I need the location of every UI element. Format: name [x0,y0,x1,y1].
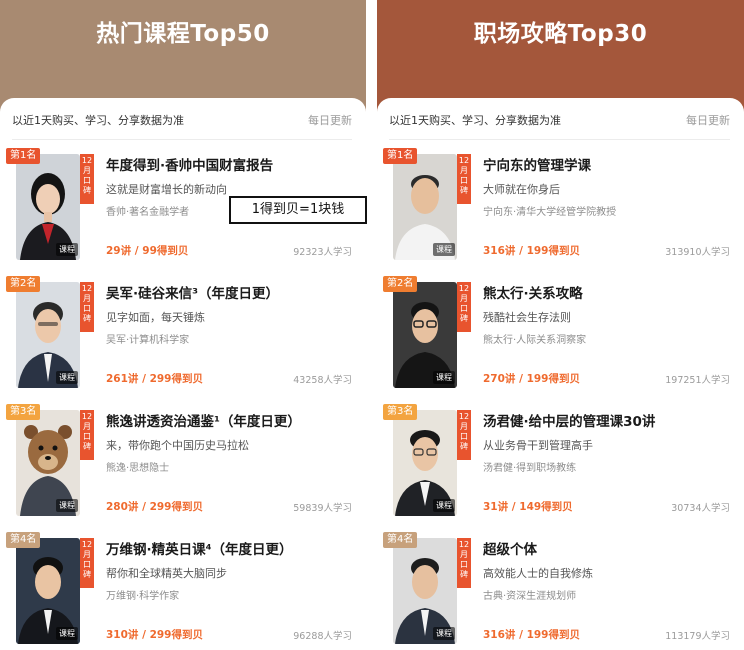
rank-badge: 第4名 [6,532,41,548]
rank-badge: 第2名 [383,276,418,292]
course-subtitle: 见字如面，每天锤炼 [106,311,205,324]
update-label: 每日更新 [686,114,730,127]
course-item[interactable]: 课程 第4名 12月口碑 超级个体 高效能人士的自我修炼 古典·资深生涯规划师 … [377,532,744,650]
course-price: 310讲 / 299得到贝 [106,629,203,641]
ranking-card: 以近1天购买、学习、分享数据为准 每日更新 课程 第1名 12月口碑 宁向东的管… [377,98,744,650]
course-item[interactable]: 课程 第2名 12月口碑 吴军·硅谷来信³（年度日更） 见字如面，每天锤炼 吴军… [0,276,366,402]
rank-badge: 第4名 [383,532,418,548]
month-reputation-tag: 12月口碑 [457,154,471,204]
course-title[interactable]: 熊逸讲透资治通鉴¹（年度日更） [106,410,352,430]
course-cover[interactable]: 课程 [393,538,457,644]
ranking-card: 以近1天购买、学习、分享数据为准 每日更新 课程 第1名 12月口碑 年度得到·… [0,98,366,650]
course-subtitle: 帮你和全球精英大脑同步 [106,567,227,580]
course-badge: 课程 [433,499,455,512]
rank-badge: 第1名 [383,148,418,164]
course-price: 261讲 / 299得到贝 [106,373,203,385]
course-item[interactable]: 课程 第4名 12月口碑 万维钢·精英日课⁴（年度日更） 帮你和全球精英大脑同步… [0,532,366,650]
learner-count: 96288人学习 [293,631,352,642]
course-badge: 课程 [56,499,78,512]
card-header: 以近1天购买、学习、分享数据为准 每日更新 [12,110,352,140]
course-title[interactable]: 万维钢·精英日课⁴（年度日更） [106,538,352,558]
course-cover[interactable]: 课程 [16,538,80,644]
course-item[interactable]: 课程 第1名 12月口碑 宁向东的管理学课 大师就在你身后 宁向东·清华大学经管… [377,148,744,274]
course-title[interactable]: 汤君健·给中层的管理课30讲 [483,410,730,430]
course-cover[interactable]: 课程 [393,282,457,388]
course-badge: 课程 [433,627,455,640]
workplace-guide-panel: 职场攻略Top30 以近1天购买、学习、分享数据为准 每日更新 课程 第1名 1… [377,0,744,650]
course-author: 熊太行·人际关系洞察家 [483,335,587,346]
rank-badge: 第1名 [6,148,41,164]
course-subtitle: 这就是财富增长的新动向 [106,183,227,196]
month-reputation-tag: 12月口碑 [80,154,94,204]
course-cover[interactable]: 课程 [393,410,457,516]
course-title[interactable]: 宁向东的管理学课 [483,154,730,174]
course-title[interactable]: 吴军·硅谷来信³（年度日更） [106,282,352,302]
course-subtitle: 从业务骨干到管理高手 [483,439,593,452]
learner-count: 30734人学习 [671,503,730,514]
ranking-note: 以近1天购买、学习、分享数据为准 [12,114,184,127]
rank-badge: 第2名 [6,276,41,292]
course-price: 316讲 / 199得到贝 [483,245,580,257]
course-price: 316讲 / 199得到贝 [483,629,580,641]
update-label: 每日更新 [308,114,352,127]
course-item[interactable]: 课程 第3名 12月口碑 汤君健·给中层的管理课30讲 从业务骨干到管理高手 汤… [377,404,744,530]
course-badge: 课程 [433,371,455,384]
course-author: 宁向东·清华大学经管学院教授 [483,207,617,218]
month-reputation-tag: 12月口碑 [80,538,94,588]
month-reputation-tag: 12月口碑 [457,282,471,332]
rank-badge: 第3名 [6,404,41,420]
course-subtitle: 残酷社会生存法则 [483,311,571,324]
course-price: 29讲 / 99得到贝 [106,245,189,257]
currency-annotation: 1得到贝=1块钱 [229,196,367,224]
month-reputation-tag: 12月口碑 [80,410,94,460]
course-subtitle: 大师就在你身后 [483,183,560,196]
course-author: 熊逸·思想隐士 [106,463,170,474]
learner-count: 92323人学习 [293,247,352,258]
course-author: 古典·资深生涯规划师 [483,591,577,602]
learner-count: 197251人学习 [665,375,730,386]
course-badge: 课程 [56,371,78,384]
panel-title: 职场攻略Top30 [473,21,648,47]
course-cover[interactable]: 课程 [16,410,80,516]
rank-badge: 第3名 [383,404,418,420]
learner-count: 59839人学习 [293,503,352,514]
course-item[interactable]: 课程 第2名 12月口碑 熊太行·关系攻略 残酷社会生存法则 熊太行·人际关系洞… [377,276,744,402]
course-title[interactable]: 熊太行·关系攻略 [483,282,730,302]
course-price: 270讲 / 199得到贝 [483,373,580,385]
hot-courses-panel: 热门课程Top50 以近1天购买、学习、分享数据为准 每日更新 课程 第1名 1… [0,0,366,650]
course-subtitle: 高效能人士的自我修炼 [483,567,593,580]
course-author: 万维钢·科学作家 [106,591,180,602]
course-title[interactable]: 年度得到·香帅中国财富报告 [106,154,352,174]
card-header: 以近1天购买、学习、分享数据为准 每日更新 [389,110,730,140]
month-reputation-tag: 12月口碑 [457,538,471,588]
course-price: 31讲 / 149得到贝 [483,501,573,513]
month-reputation-tag: 12月口碑 [457,410,471,460]
month-reputation-tag: 12月口碑 [80,282,94,332]
course-subtitle: 来，带你跑个中国历史马拉松 [106,439,249,452]
course-cover[interactable]: 课程 [16,282,80,388]
course-author: 吴军·计算机科学家 [106,335,190,346]
course-author: 汤君健·得到职场教练 [483,463,577,474]
learner-count: 43258人学习 [293,375,352,386]
learner-count: 313910人学习 [665,247,730,258]
course-title[interactable]: 超级个体 [483,538,730,558]
learner-count: 113179人学习 [665,631,730,642]
course-cover[interactable]: 课程 [16,154,80,260]
course-cover[interactable]: 课程 [393,154,457,260]
course-badge: 课程 [56,243,78,256]
course-price: 280讲 / 299得到贝 [106,501,203,513]
panel-title: 热门课程Top50 [96,21,270,47]
ranking-note: 以近1天购买、学习、分享数据为准 [389,114,561,127]
course-badge: 课程 [56,627,78,640]
course-item[interactable]: 课程 第3名 12月口碑 熊逸讲透资治通鉴¹（年度日更） 来，带你跑个中国历史马… [0,404,366,530]
course-badge: 课程 [433,243,455,256]
